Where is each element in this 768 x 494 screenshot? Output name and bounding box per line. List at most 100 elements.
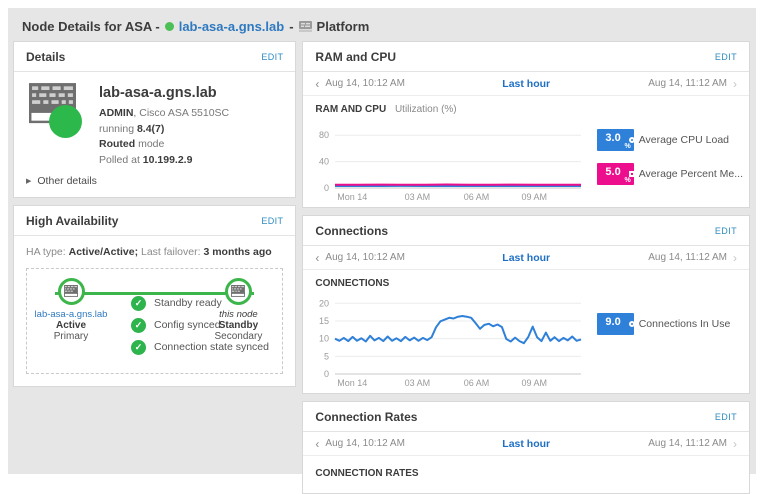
ha-secondary-role: Standby <box>218 319 259 331</box>
ram-cpu-legend: 3.0% Average CPU Load 5.0% Average Perce… <box>597 129 743 203</box>
svg-text:20: 20 <box>319 298 329 308</box>
svg-text:10: 10 <box>319 334 329 344</box>
svg-text:15: 15 <box>319 316 329 326</box>
ram-cpu-chart-svg[interactable]: 0 40 80 Mon 14 03 AM 06 AM 09 AM <box>307 117 589 203</box>
ha-node-primary: lab-asa-a.gns.lab Active Primary <box>27 277 115 342</box>
legend-item-connections[interactable]: 9.0 Connections In Use <box>597 313 730 335</box>
svg-text:5: 5 <box>324 351 329 361</box>
details-title: Details <box>26 50 66 64</box>
high-availability-panel: High Availability EDIT HA type: Active/A… <box>13 204 297 387</box>
ha-type-value: Active/Active; <box>68 245 139 258</box>
memory-unit: % <box>624 177 631 184</box>
ha-failover-label: Last failover: <box>141 245 201 258</box>
svg-text:0: 0 <box>324 183 329 193</box>
details-mode-value: Routed <box>99 138 136 151</box>
other-details-label: Other details <box>37 174 97 187</box>
time-end-label: Aug 14, 11:12 AM <box>648 438 727 449</box>
platform-label: Platform <box>316 19 370 34</box>
ha-meta-line: HA type: Active/Active; Last failover: 3… <box>14 236 295 266</box>
cpu-value: 3.0 <box>605 132 621 144</box>
svg-text:80: 80 <box>319 130 329 140</box>
ha-primary-node-icon <box>57 277 85 305</box>
ha-topology-diagram: lab-asa-a.gns.lab Active Primary ✓ Stand… <box>26 267 284 374</box>
connections-legend-label: Connections In Use <box>638 318 731 330</box>
ram-cpu-panel: RAM and CPU EDIT ‹ Aug 14, 10:12 AM Last … <box>302 41 750 208</box>
ha-primary-priority: Primary <box>53 330 89 342</box>
connection-rates-panel: Connection Rates EDIT ‹ Aug 14, 10:12 AM … <box>302 401 750 494</box>
ha-type-label: HA type: <box>26 245 66 258</box>
details-mode-label: mode <box>138 138 165 151</box>
svg-text:03 AM: 03 AM <box>405 378 431 388</box>
device-icon <box>29 83 87 145</box>
ha-node-secondary: this node Standby Secondary <box>194 277 282 342</box>
ha-check-row: ✓ Connection state synced <box>131 339 269 355</box>
svg-text:0: 0 <box>324 369 329 379</box>
check-icon: ✓ <box>131 317 146 333</box>
connections-title: Connections <box>315 224 389 238</box>
connections-panel: Connections EDIT ‹ Aug 14, 10:12 AM Last … <box>302 215 750 394</box>
time-prev-button[interactable]: ‹ <box>315 252 319 264</box>
time-next-button[interactable]: › <box>733 252 737 264</box>
details-node-name: lab-asa-a.gns.lab <box>99 85 217 101</box>
platform-icon <box>298 21 312 32</box>
connection-rates-timebar: ‹ Aug 14, 10:12 AM Last hour Aug 14, 11:1… <box>303 432 749 456</box>
ram-cpu-title: RAM and CPU <box>315 50 397 64</box>
memory-legend-label: Average Percent Me... <box>638 168 743 180</box>
cpu-unit: % <box>624 143 631 150</box>
other-details-expander[interactable]: ▶ Other details <box>14 173 295 197</box>
ram-cpu-edit-button[interactable]: EDIT <box>715 52 737 62</box>
svg-text:09 AM: 09 AM <box>522 378 548 388</box>
connections-caption-title: CONNECTIONS <box>315 278 390 289</box>
ram-cpu-caption-title: RAM AND CPU <box>315 104 387 115</box>
node-up-status-icon <box>49 105 82 138</box>
time-end-label: Aug 14, 11:12 AM <box>648 78 727 89</box>
svg-text:Mon 14: Mon 14 <box>338 192 368 202</box>
legend-item-memory[interactable]: 5.0% Average Percent Me... <box>597 163 743 185</box>
connections-chart-svg[interactable]: 0 5 10 15 20 Mon 14 03 AM 06 AM 09 AM <box>307 291 589 389</box>
legend-item-cpu[interactable]: 3.0% Average CPU Load <box>597 129 743 151</box>
details-admin: ADMIN <box>99 106 134 119</box>
ha-secondary-priority: Secondary <box>214 330 263 342</box>
details-vendor-line: ADMIN, Cisco ASA 5510SC <box>99 106 229 122</box>
check-icon: ✓ <box>131 339 146 355</box>
time-start-label: Aug 14, 10:12 AM <box>325 78 405 89</box>
expander-arrow-icon: ▶ <box>26 177 32 185</box>
details-mode-line: Routed mode <box>99 137 229 153</box>
check-icon: ✓ <box>131 295 146 311</box>
connection-rates-edit-button[interactable]: EDIT <box>715 412 737 422</box>
details-version: 8.4(7) <box>136 122 165 135</box>
node-status-icon <box>164 22 174 31</box>
ha-primary-node-link[interactable]: lab-asa-a.gns.lab <box>35 309 108 320</box>
ha-edit-button[interactable]: EDIT <box>261 216 283 226</box>
time-start-label: Aug 14, 10:12 AM <box>325 438 405 449</box>
details-polled-ip: 10.199.2.9 <box>142 154 193 166</box>
time-start-label: Aug 14, 10:12 AM <box>325 252 405 263</box>
details-edit-button[interactable]: EDIT <box>261 52 283 62</box>
details-panel: Details EDIT lab-asa-a.gns.lab ADMIN, Ci… <box>13 41 297 198</box>
header-node-link[interactable]: lab-asa-a.gns.lab <box>179 19 284 34</box>
ha-failover-value: 3 months ago <box>203 245 272 258</box>
time-next-button[interactable]: › <box>733 438 737 450</box>
ha-primary-role: Active <box>55 319 86 331</box>
ha-check-label: Connection state synced <box>154 341 269 354</box>
svg-text:06 AM: 06 AM <box>464 192 490 202</box>
svg-text:06 AM: 06 AM <box>464 378 490 388</box>
memory-series-marker-icon <box>628 171 635 177</box>
time-prev-button[interactable]: ‹ <box>315 78 319 90</box>
connection-rates-title: Connection Rates <box>315 410 418 424</box>
connections-edit-button[interactable]: EDIT <box>715 226 737 236</box>
svg-text:09 AM: 09 AM <box>522 192 548 202</box>
time-next-button[interactable]: › <box>733 78 737 90</box>
dashboard-canvas: Node Details for ASA - lab-asa-a.gns.lab… <box>8 8 756 494</box>
connections-value: 9.0 <box>605 316 621 328</box>
page-header: Node Details for ASA - lab-asa-a.gns.lab… <box>8 8 756 41</box>
ha-secondary-this-node: this node <box>219 308 258 320</box>
connection-rates-caption: CONNECTION RATES <box>315 468 419 479</box>
details-running-label: running <box>99 122 135 135</box>
connections-chart-caption: CONNECTIONS <box>303 270 749 291</box>
cpu-series-marker-icon <box>628 137 635 143</box>
ha-secondary-node-icon <box>224 277 252 305</box>
details-polled-line: Polled at 10.199.2.9 <box>99 153 229 169</box>
details-polled-label: Polled at <box>99 154 140 166</box>
time-prev-button[interactable]: ‹ <box>315 438 319 450</box>
